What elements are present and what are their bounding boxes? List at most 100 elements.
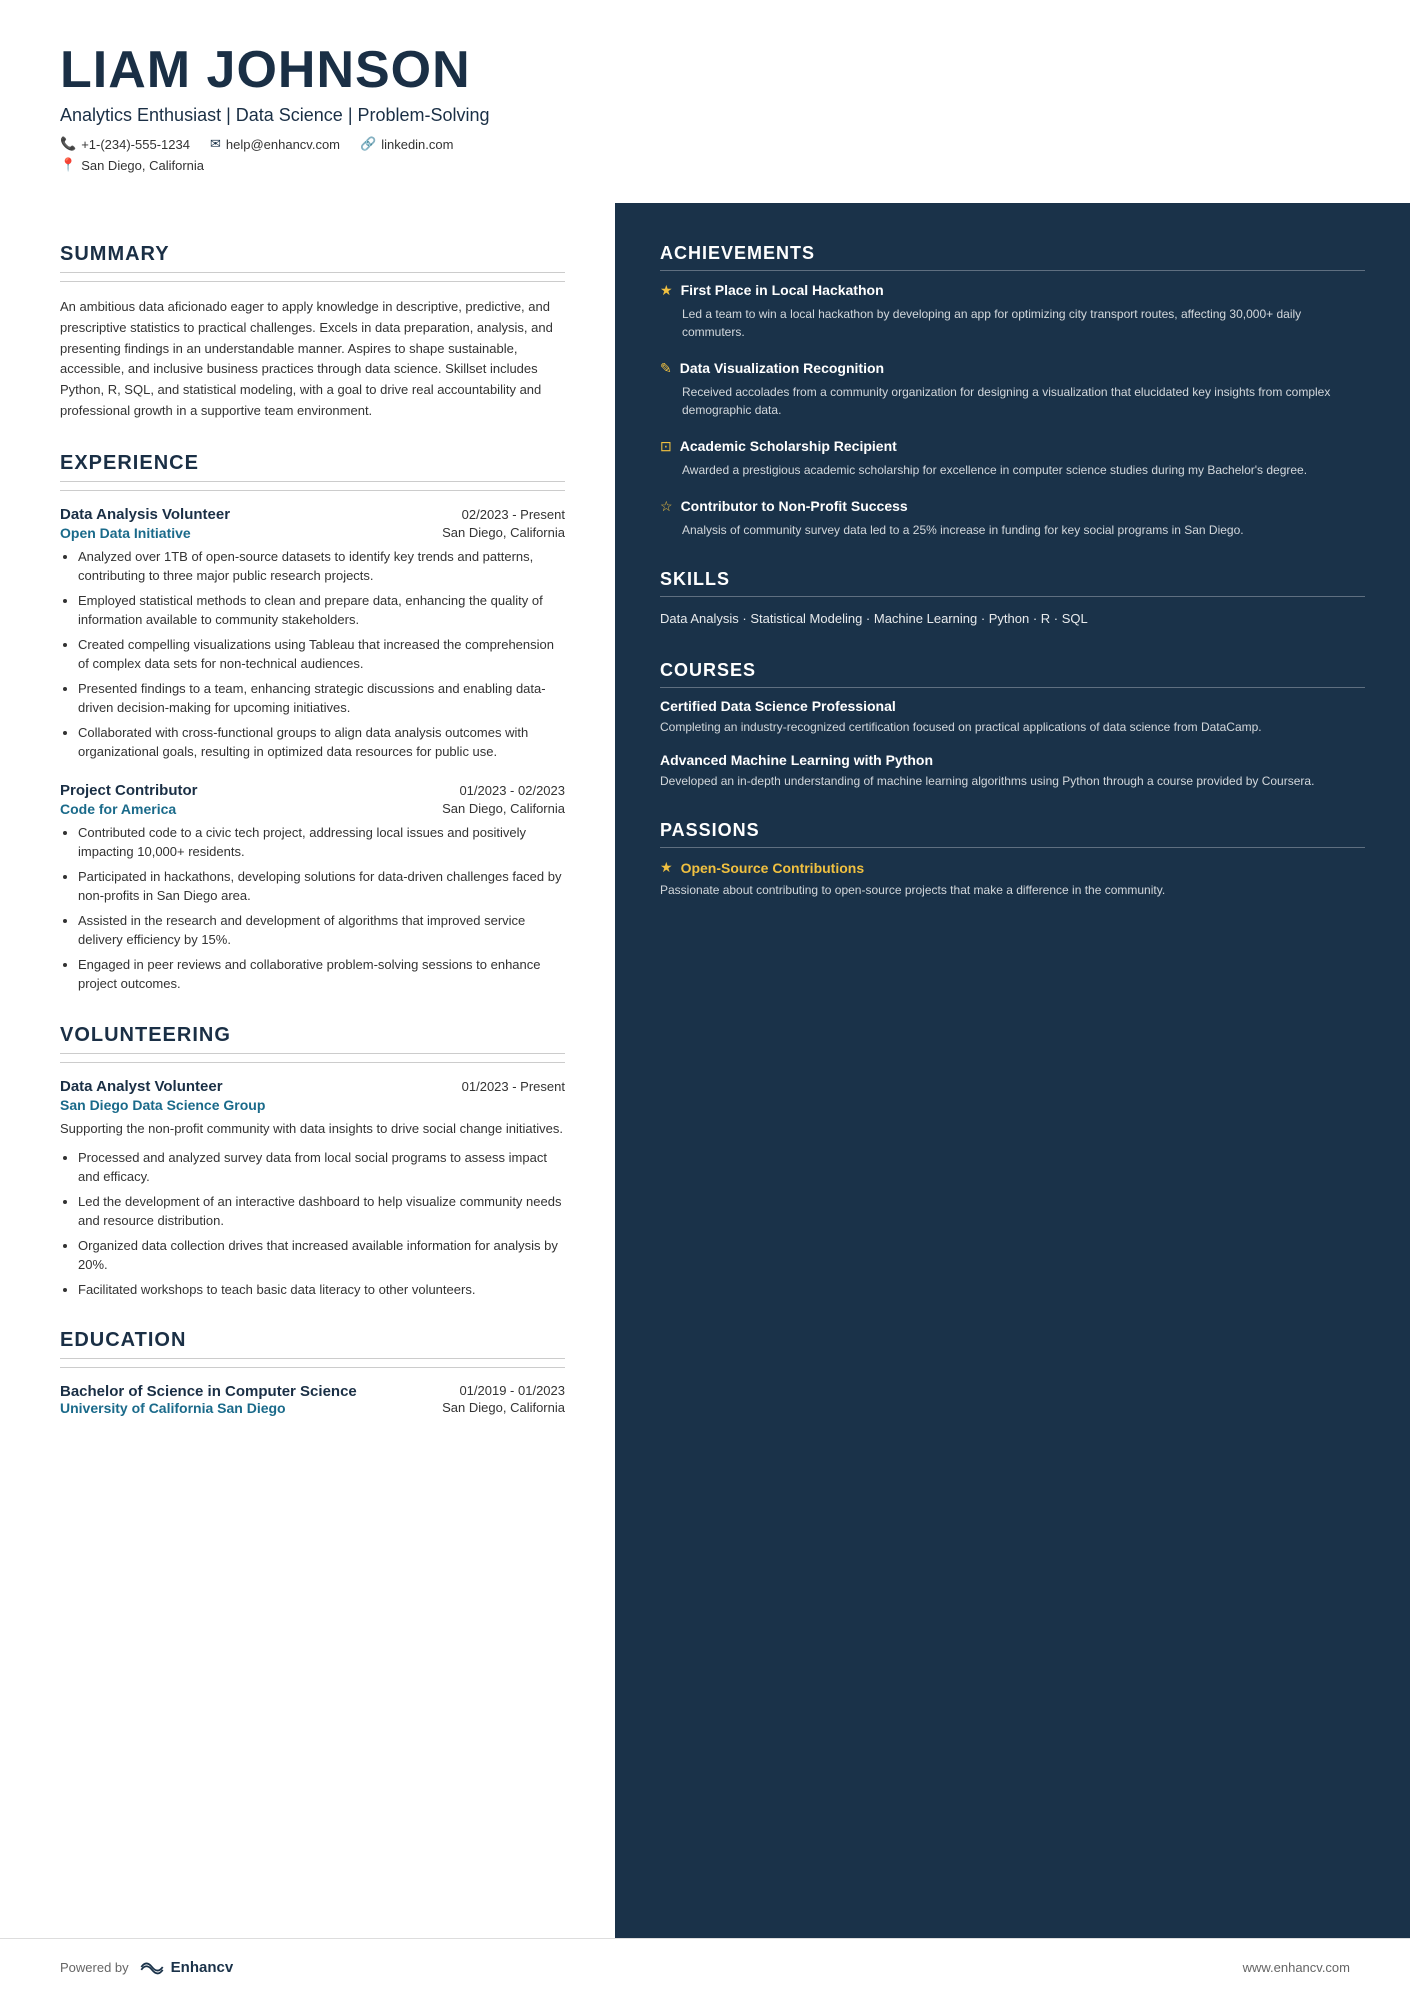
exp-header-1: Data Analysis Volunteer 02/2023 - Presen… [60,506,565,523]
phone-item: 📞 +1-(234)-555-1234 [60,136,190,152]
resume-body: SUMMARY An ambitious data aficionado eag… [0,203,1410,1938]
achievement-title-4: Contributor to Non-Profit Success [681,497,908,515]
skills-text: Data Analysis · Statistical Modeling · M… [660,607,1365,630]
vol-intro-1: Supporting the non-profit community with… [60,1119,565,1140]
list-item: Engaged in peer reviews and collaborativ… [78,955,565,994]
achievement-icon-1: ★ [660,283,673,300]
vol-org-line-1: San Diego Data Science Group [60,1097,565,1113]
passion-desc-1: Passionate about contributing to open-so… [660,881,1365,899]
list-item: Processed and analyzed survey data from … [78,1148,565,1187]
achievement-item-1: ★ First Place in Local Hackathon Led a t… [660,281,1365,341]
achievement-desc-3: Awarded a prestigious academic scholarsh… [682,461,1365,479]
achievement-item-3: ⊡ Academic Scholarship Recipient Awarded… [660,437,1365,479]
location-icon: 📍 [60,157,76,173]
linkedin-item: 🔗 linkedin.com [360,136,453,152]
skills-section: SKILLS Data Analysis · Statistical Model… [660,569,1365,630]
enhancv-logo-icon [137,1957,167,1977]
achievements-title: ACHIEVEMENTS [660,243,1365,271]
achievement-desc-2: Received accolades from a community orga… [682,383,1365,419]
footer-right: www.enhancv.com [1243,1960,1350,1975]
phone-icon: 📞 [60,136,76,152]
vol-title-1: Data Analyst Volunteer [60,1078,223,1095]
list-item: Organized data collection drives that in… [78,1236,565,1275]
linkedin-icon: 🔗 [360,136,376,152]
edu-entry-1: Bachelor of Science in Computer Science … [60,1383,565,1416]
list-item: Participated in hackathons, developing s… [78,867,565,906]
experience-divider [60,490,565,491]
powered-by-text: Powered by [60,1960,129,1975]
exp-bullets-2: Contributed code to a civic tech project… [60,823,565,994]
achievements-section: ACHIEVEMENTS ★ First Place in Local Hack… [660,243,1365,539]
course-item-2: Advanced Machine Learning with Python De… [660,752,1365,790]
achievement-title-2: Data Visualization Recognition [680,359,884,377]
course-title-1: Certified Data Science Professional [660,698,1365,714]
exp-entry-1: Data Analysis Volunteer 02/2023 - Presen… [60,506,565,762]
volunteering-section: VOLUNTEERING Data Analyst Volunteer 01/2… [60,1024,565,1299]
passion-item-1: ★ Open-Source Contributions Passionate a… [660,858,1365,899]
summary-divider [60,281,565,282]
exp-desc-2: Contributed code to a civic tech project… [60,823,565,994]
course-title-2: Advanced Machine Learning with Python [660,752,1365,768]
passion-title-1: Open-Source Contributions [681,860,865,876]
exp-org-line-1: Open Data Initiative San Diego, Californ… [60,525,565,541]
achievement-desc-4: Analysis of community survey data led to… [682,521,1365,539]
resume-wrapper: LIAM JOHNSON Analytics Enthusiast | Data… [0,0,1410,1995]
list-item: Created compelling visualizations using … [78,635,565,674]
skills-title: SKILLS [660,569,1365,597]
vol-desc-1: Processed and analyzed survey data from … [60,1148,565,1300]
exp-date-1: 02/2023 - Present [462,507,565,522]
exp-desc-1: Analyzed over 1TB of open-source dataset… [60,547,565,762]
summary-title: SUMMARY [60,243,565,273]
footer-website: www.enhancv.com [1243,1960,1350,1975]
achievement-item-4: ☆ Contributor to Non-Profit Success Anal… [660,497,1365,539]
exp-location-1: San Diego, California [442,525,565,541]
exp-header-2: Project Contributor 01/2023 - 02/2023 [60,782,565,799]
edu-degree-1: Bachelor of Science in Computer Science [60,1383,357,1400]
vol-date-1: 01/2023 - Present [462,1079,565,1094]
linkedin-url: linkedin.com [381,137,453,152]
education-divider [60,1367,565,1368]
exp-title-1: Data Analysis Volunteer [60,506,230,523]
achievement-title-1: First Place in Local Hackathon [681,281,884,299]
achievement-item-2: ✎ Data Visualization Recognition Receive… [660,359,1365,419]
achievement-title-line-4: ☆ Contributor to Non-Profit Success [660,497,1365,516]
list-item: Analyzed over 1TB of open-source dataset… [78,547,565,586]
summary-section: SUMMARY An ambitious data aficionado eag… [60,243,565,422]
achievement-title-3: Academic Scholarship Recipient [680,437,897,455]
experience-title: EXPERIENCE [60,452,565,482]
edu-date-1: 01/2019 - 01/2023 [459,1383,565,1400]
experience-section: EXPERIENCE Data Analysis Volunteer 02/20… [60,452,565,994]
course-item-1: Certified Data Science Professional Comp… [660,698,1365,736]
candidate-tagline: Analytics Enthusiast | Data Science | Pr… [60,105,1360,126]
volunteering-divider [60,1062,565,1063]
vol-header-1: Data Analyst Volunteer 01/2023 - Present [60,1078,565,1095]
email-address: help@enhancv.com [226,137,340,152]
vol-entry-1: Data Analyst Volunteer 01/2023 - Present… [60,1078,565,1299]
achievement-icon-3: ⊡ [660,439,672,456]
exp-entry-2: Project Contributor 01/2023 - 02/2023 Co… [60,782,565,994]
vol-org-1: San Diego Data Science Group [60,1097,265,1113]
edu-header-1: Bachelor of Science in Computer Science … [60,1383,565,1400]
passion-title-line-1: ★ Open-Source Contributions [660,858,1365,877]
education-section: EDUCATION Bachelor of Science in Compute… [60,1329,565,1416]
passion-icon-1: ★ [660,860,673,877]
phone-number: +1-(234)-555-1234 [81,137,190,152]
exp-location-2: San Diego, California [442,801,565,817]
edu-school-line-1: University of California San Diego San D… [60,1400,565,1416]
list-item: Presented findings to a team, enhancing … [78,679,565,718]
list-item: Collaborated with cross-functional group… [78,723,565,762]
list-item: Assisted in the research and development… [78,911,565,950]
exp-title-2: Project Contributor [60,782,198,799]
list-item: Led the development of an interactive da… [78,1192,565,1231]
achievement-title-line-2: ✎ Data Visualization Recognition [660,359,1365,378]
exp-org-2: Code for America [60,801,176,817]
candidate-name: LIAM JOHNSON [60,40,1360,100]
achievement-title-line-1: ★ First Place in Local Hackathon [660,281,1365,300]
footer-left: Powered by Enhancv [60,1957,233,1977]
list-item: Employed statistical methods to clean an… [78,591,565,630]
contact-line: 📞 +1-(234)-555-1234 ✉ help@enhancv.com 🔗… [60,136,1360,152]
summary-text: An ambitious data aficionado eager to ap… [60,297,565,422]
edu-location-1: San Diego, California [442,1400,565,1416]
right-column: ACHIEVEMENTS ★ First Place in Local Hack… [615,203,1410,1938]
course-desc-1: Completing an industry-recognized certif… [660,718,1365,736]
